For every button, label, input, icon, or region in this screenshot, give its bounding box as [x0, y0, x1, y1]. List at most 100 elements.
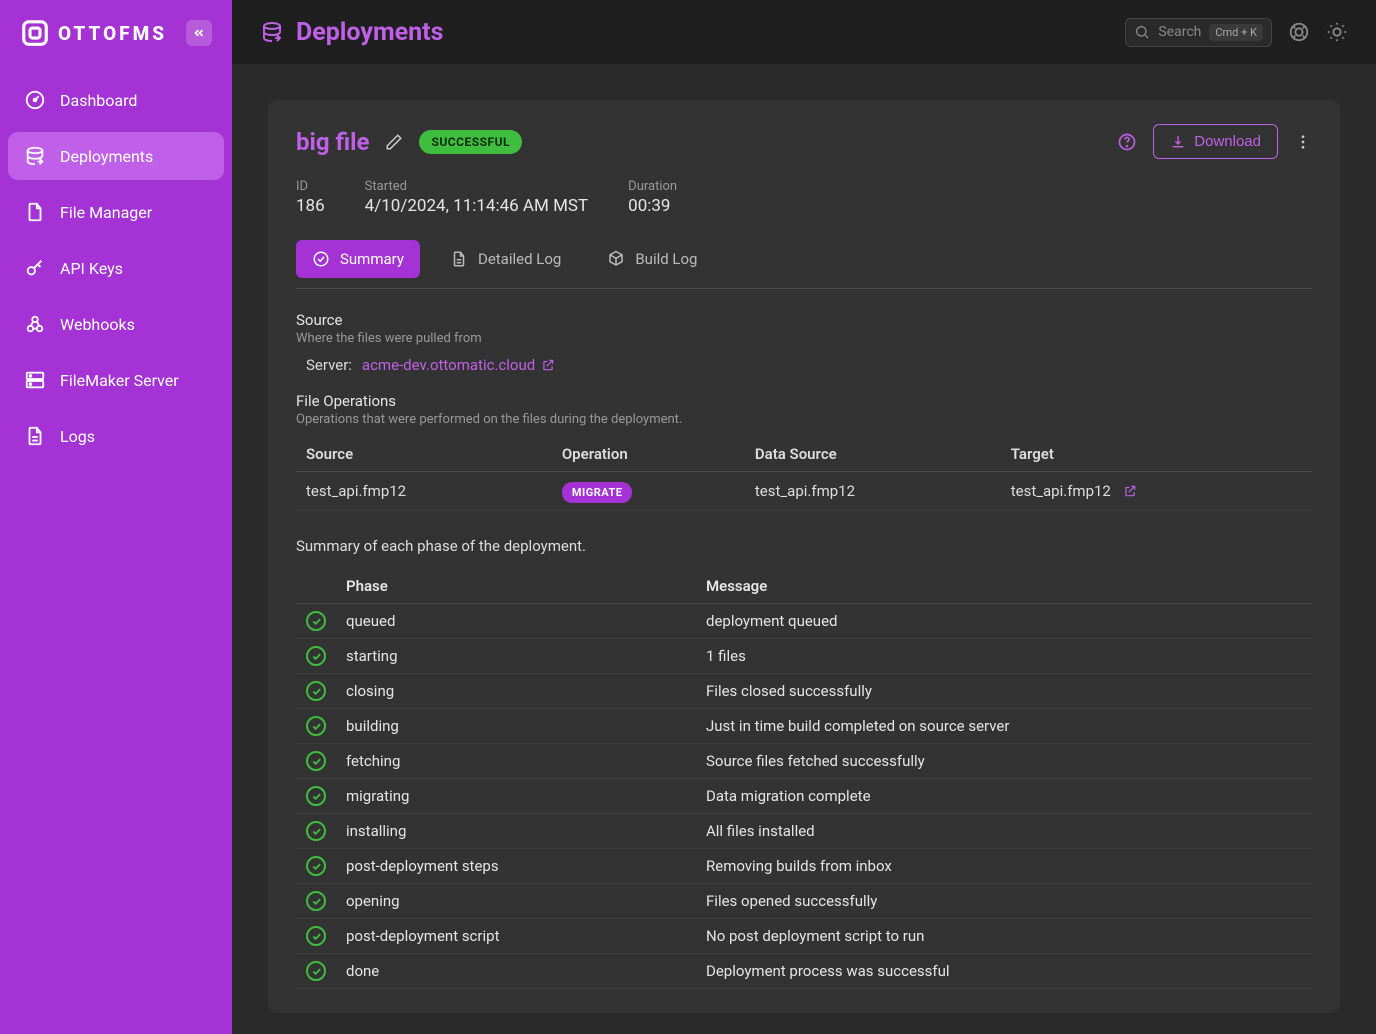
meta-label: Duration — [628, 179, 677, 194]
deploy-icon — [24, 145, 46, 167]
meta-label: ID — [296, 179, 325, 194]
status-success-icon — [306, 716, 326, 736]
page-title-text: Deployments — [296, 18, 443, 47]
collapse-sidebar-button[interactable] — [186, 20, 212, 46]
sidebar-item-deployments[interactable]: Deployments — [8, 132, 224, 180]
cell-status — [296, 954, 336, 989]
cell-message: Source files fetched successfully — [696, 744, 1312, 779]
column-header: Message — [696, 569, 1312, 604]
logo-icon — [20, 18, 50, 48]
cell-phase: post-deployment steps — [336, 849, 696, 884]
cell-message: deployment queued — [696, 604, 1312, 639]
external-link-icon[interactable] — [1123, 484, 1137, 498]
cell-status — [296, 744, 336, 779]
status-success-icon — [306, 786, 326, 806]
status-success-icon — [306, 961, 326, 981]
file-operations-section: File Operations Operations that were per… — [296, 392, 1312, 511]
meta-row: ID 186 Started 4/10/2024, 11:14:46 AM MST Du… — [296, 179, 1312, 216]
cell-message: Removing builds from inbox — [696, 849, 1312, 884]
cell-operation: MIGRATE — [552, 472, 745, 511]
sidebar-item-label: Deployments — [60, 147, 153, 166]
sidebar-item-label: Logs — [60, 427, 95, 446]
tab-detailed-log[interactable]: Detailed Log — [434, 240, 577, 278]
theme-toggle-icon[interactable] — [1326, 21, 1348, 43]
server-link[interactable]: acme-dev.ottomatic.cloud — [362, 356, 555, 374]
cell-phase: opening — [336, 884, 696, 919]
download-button[interactable]: Download — [1153, 124, 1278, 159]
cell-source: test_api.fmp12 — [296, 472, 552, 511]
table-row: opening Files opened successfully — [296, 884, 1312, 919]
cell-phase: post-deployment script — [336, 919, 696, 954]
key-icon — [24, 257, 46, 279]
status-success-icon — [306, 821, 326, 841]
tab-summary[interactable]: Summary — [296, 240, 420, 278]
cell-message: No post deployment script to run — [696, 919, 1312, 954]
cell-message: Files opened successfully — [696, 884, 1312, 919]
deployment-card: big file SUCCESSFUL Download ID 186 Starte… — [268, 100, 1340, 1013]
brand-logo: OTTOFMS — [20, 18, 167, 48]
sidebar-item-webhooks[interactable]: Webhooks — [8, 300, 224, 348]
cell-phase: queued — [336, 604, 696, 639]
sidebar-item-label: File Manager — [60, 203, 152, 222]
search-icon — [1134, 24, 1150, 40]
column-header: Data Source — [745, 437, 1001, 472]
cell-status — [296, 674, 336, 709]
cell-message: All files installed — [696, 814, 1312, 849]
cell-phase: done — [336, 954, 696, 989]
status-success-icon — [306, 856, 326, 876]
status-success-icon — [306, 751, 326, 771]
meta-started: Started 4/10/2024, 11:14:46 AM MST — [365, 179, 588, 216]
search-input[interactable]: Search Cmd + K — [1125, 18, 1272, 47]
document-icon — [24, 425, 46, 447]
table-row: post-deployment steps Removing builds fr… — [296, 849, 1312, 884]
cell-status — [296, 709, 336, 744]
table-row: starting 1 files — [296, 639, 1312, 674]
search-placeholder: Search — [1158, 24, 1201, 40]
phase-table: PhaseMessage queued deployment queued st… — [296, 569, 1312, 989]
support-icon[interactable] — [1288, 21, 1310, 43]
tab-label: Summary — [340, 250, 404, 268]
meta-id: ID 186 — [296, 179, 325, 216]
more-icon[interactable] — [1294, 133, 1312, 151]
cell-message: Deployment process was successful — [696, 954, 1312, 989]
meta-value: 186 — [296, 196, 325, 216]
sidebar-item-dashboard[interactable]: Dashboard — [8, 76, 224, 124]
sidebar-nav: Dashboard Deployments File Manager API Keys… — [0, 66, 232, 470]
tabs: Summary Detailed Log Build Log — [296, 240, 1312, 289]
chevron-left-double-icon — [192, 26, 206, 40]
sidebar-item-logs[interactable]: Logs — [8, 412, 224, 460]
sidebar: OTTOFMS Dashboard Deployments File Manager… — [0, 0, 232, 1034]
table-row: done Deployment process was successful — [296, 954, 1312, 989]
table-row: installing All files installed — [296, 814, 1312, 849]
search-kbd: Cmd + K — [1209, 24, 1263, 41]
cell-message: 1 files — [696, 639, 1312, 674]
download-label: Download — [1194, 133, 1261, 150]
sidebar-item-file-manager[interactable]: File Manager — [8, 188, 224, 236]
sidebar-item-label: Webhooks — [60, 315, 135, 334]
tab-build-log[interactable]: Build Log — [591, 240, 713, 278]
file-ops-subtitle: Operations that were performed on the fi… — [296, 412, 1312, 427]
webhook-icon — [24, 313, 46, 335]
edit-icon[interactable] — [385, 133, 403, 151]
cell-phase: fetching — [336, 744, 696, 779]
source-section: Source Where the files were pulled from … — [296, 311, 1312, 374]
status-badge: SUCCESSFUL — [419, 130, 522, 154]
sidebar-item-label: API Keys — [60, 259, 123, 278]
cell-status — [296, 849, 336, 884]
meta-value: 4/10/2024, 11:14:46 AM MST — [365, 196, 588, 216]
meta-label: Started — [365, 179, 588, 194]
sidebar-item-filemaker-server[interactable]: FileMaker Server — [8, 356, 224, 404]
cell-phase: migrating — [336, 779, 696, 814]
source-subtitle: Where the files were pulled from — [296, 331, 1312, 346]
file-ops-table: SourceOperationData SourceTarget test_ap… — [296, 437, 1312, 511]
sidebar-item-api-keys[interactable]: API Keys — [8, 244, 224, 292]
cell-message: Data migration complete — [696, 779, 1312, 814]
cube-icon — [607, 250, 625, 268]
help-icon[interactable] — [1117, 132, 1137, 152]
cell-status — [296, 884, 336, 919]
column-header: Source — [296, 437, 552, 472]
column-header: Phase — [336, 569, 696, 604]
cell-status — [296, 919, 336, 954]
card-header: big file SUCCESSFUL Download — [296, 124, 1312, 159]
server-label: Server: — [306, 356, 352, 374]
